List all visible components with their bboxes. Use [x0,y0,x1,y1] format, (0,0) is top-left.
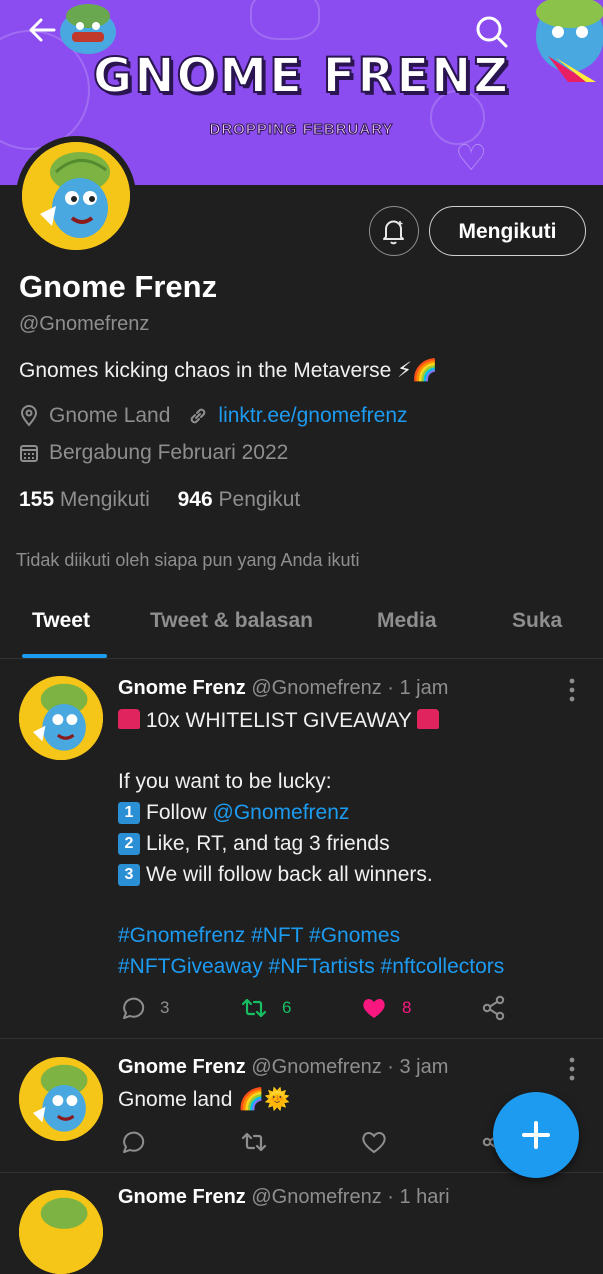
tweet-author-handle: @Gnomefrenz [251,1056,382,1078]
reply-icon [123,997,145,1019]
tweet-author-name[interactable]: Gnome Frenz [118,677,246,699]
profile-link[interactable]: linktr.ee/gnomefrenz [218,404,407,428]
active-tab-indicator [22,654,107,658]
heart-doodle-icon: ♡ [455,137,488,178]
profile-joined-row: Bergabung Februari 2022 [19,441,288,465]
tweet-header: Gnome Frenz @Gnomefrenz · 1 jam [118,677,448,700]
reply-button[interactable]: 3 [118,994,169,1022]
reply-count: 3 [160,998,170,1017]
tweet-author-handle: @Gnomefrenz [251,1186,382,1208]
tweet-body: 10x WHITELIST GIVEAWAY [118,705,440,736]
tab-tweet-replies[interactable]: Tweet & balasan [150,609,313,633]
like-icon [363,999,385,1018]
retweet-count: 6 [282,998,292,1017]
tweet-body-line: 3 We will follow back all winners. [118,859,433,890]
share-icon [482,995,505,1021]
gnome-avatar-icon [19,676,103,760]
retweet-button[interactable]: 6 [240,994,291,1022]
gnome-avatar-icon [19,1057,103,1141]
retweet-button[interactable] [240,1128,268,1156]
keycap-one-icon: 1 [118,802,140,824]
tweet-avatar[interactable] [19,1057,103,1141]
more-icon[interactable] [562,1055,582,1083]
link-icon [191,408,206,424]
reply-icon [123,1131,145,1153]
profile-bio: Gnomes kicking chaos in the Metaverse ⚡🌈 [19,359,439,382]
retweet-icon [241,1132,267,1152]
tab-likes[interactable]: Suka [512,609,562,633]
tab-media[interactable]: Media [377,609,437,633]
profile-location: Gnome Land [49,404,171,427]
like-icon [362,1132,386,1154]
following-count-link[interactable]: 155 Mengikuti [19,488,150,511]
profile-handle: @Gnomefrenz [19,313,150,335]
compose-plus-icon[interactable] [493,1092,579,1178]
tweet-body-line: If you want to be lucky: [118,770,332,793]
tweet-divider [0,1172,603,1173]
profile-joined-date: Bergabung Februari 2022 [49,441,289,464]
calendar-icon [20,445,38,462]
tweet-time: · 1 jam [387,677,449,699]
tweet-body-line: 2 Like, RT, and tag 3 friends [118,828,390,859]
like-count: 8 [402,998,412,1017]
tweet-body: Gnome land 🌈🌞 [118,1088,291,1111]
tweet-body-line: 1 Follow @Gnomefrenz [118,797,349,828]
tweet-author-name[interactable]: Gnome Frenz [118,1186,246,1208]
search-button[interactable] [472,12,512,52]
hashtag-links[interactable]: #NFTGiveaway #NFTartists #nftcollectors [118,951,504,982]
tweet-avatar[interactable] [19,1190,103,1274]
banner-doodle [250,0,320,40]
following-button[interactable]: Mengikuti [429,206,586,256]
hashtag-links[interactable]: #Gnomefrenz #NFT #Gnomes [118,920,400,951]
tweet-author-handle: @Gnomefrenz [251,677,382,699]
tweet-divider [0,1038,603,1039]
back-arrow-icon [29,18,56,42]
like-button[interactable]: 8 [360,994,411,1022]
more-icon[interactable] [562,676,582,704]
share-button[interactable] [480,994,508,1022]
gnome-avatar-icon [19,1190,103,1274]
gnome-mascot-icon [536,0,603,82]
keycap-two-icon: 2 [118,833,140,855]
tab-tweet[interactable]: Tweet [32,609,90,633]
like-button[interactable] [360,1128,388,1156]
profile-avatar[interactable] [16,136,136,256]
mention-link[interactable]: @Gnomefrenz [213,801,350,824]
retweet-icon [241,998,267,1018]
back-button[interactable] [24,12,64,52]
tweet-time: · 1 hari [387,1186,450,1208]
gnome-avatar-icon [22,142,130,250]
bell-icon [383,220,404,245]
search-icon [476,16,508,48]
notification-bell-button[interactable] [369,206,419,256]
banner-subtitle: DROPPING FEBRUARY [209,121,394,139]
tweet-time: · 3 jam [387,1056,449,1078]
gnome-mascot-icon [60,4,116,54]
banner-title: GNOME FRENZ [92,47,511,105]
profile-counts: 155 Mengikuti 946 Pengikut [19,488,300,512]
tweet-author-name[interactable]: Gnome Frenz [118,1056,246,1078]
profile-tabs: Tweet Tweet & balasan Media Suka [0,595,603,659]
keycap-three-icon: 3 [118,864,140,886]
siren-icon [417,709,440,729]
siren-icon [118,709,140,729]
tweet-header: Gnome Frenz @Gnomefrenz · 3 jam [118,1056,448,1079]
profile-meta-row: Gnome Land linktr.ee/gnomefrenz [19,404,408,428]
followers-count-link[interactable]: 946 Pengikut [178,488,301,511]
location-icon [20,405,38,427]
mutual-followers-note: Tidak diikuti oleh siapa pun yang Anda i… [16,550,360,570]
reply-button[interactable] [118,1128,146,1156]
tweet-avatar[interactable] [19,676,103,760]
tweet-header: Gnome Frenz @Gnomefrenz · 1 hari [118,1186,450,1209]
profile-name: Gnome Frenz [19,269,218,304]
